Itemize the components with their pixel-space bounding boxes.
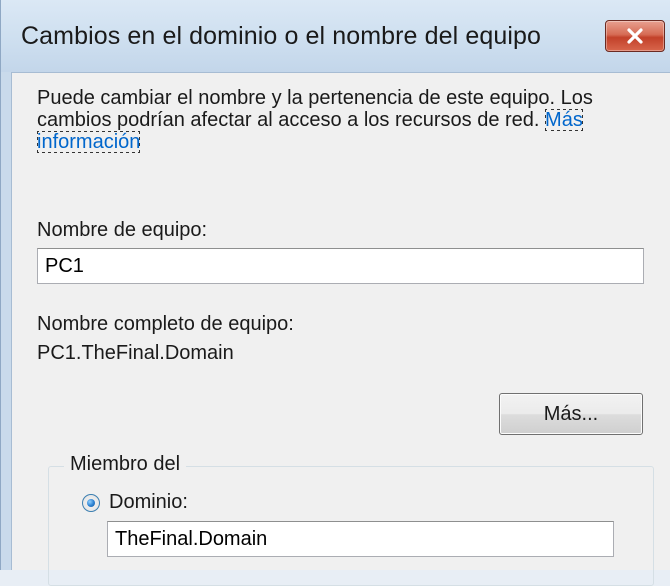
computer-name-input[interactable]: PC1 [37,248,644,284]
member-of-legend: Miembro del [64,453,187,476]
full-computer-name-value: PC1.TheFinal.Domain [37,342,234,364]
radio-selected-icon [87,499,95,507]
full-computer-name-label: Nombre completo de equipo: [37,313,294,335]
more-button[interactable]: Más... [499,393,643,435]
computer-name-label: Nombre de equipo: [37,219,208,241]
description: Puede cambiar el nombre y la pertenencia… [37,87,657,153]
domain-radio[interactable] [82,494,100,512]
close-icon [627,28,643,44]
window-title: Cambios en el dominio o el nombre del eq… [21,22,541,50]
dialog-window: Cambios en el dominio o el nombre del eq… [0,0,670,586]
description-text: Puede cambiar el nombre y la pertenencia… [37,87,593,131]
title-bar[interactable]: Cambios en el dominio o el nombre del eq… [1,0,670,72]
dialog-content: Puede cambiar el nombre y la pertenencia… [11,72,670,586]
close-button[interactable] [605,20,665,52]
domain-radio-label: Dominio: [109,491,188,513]
domain-input[interactable]: TheFinal.Domain [107,521,614,557]
